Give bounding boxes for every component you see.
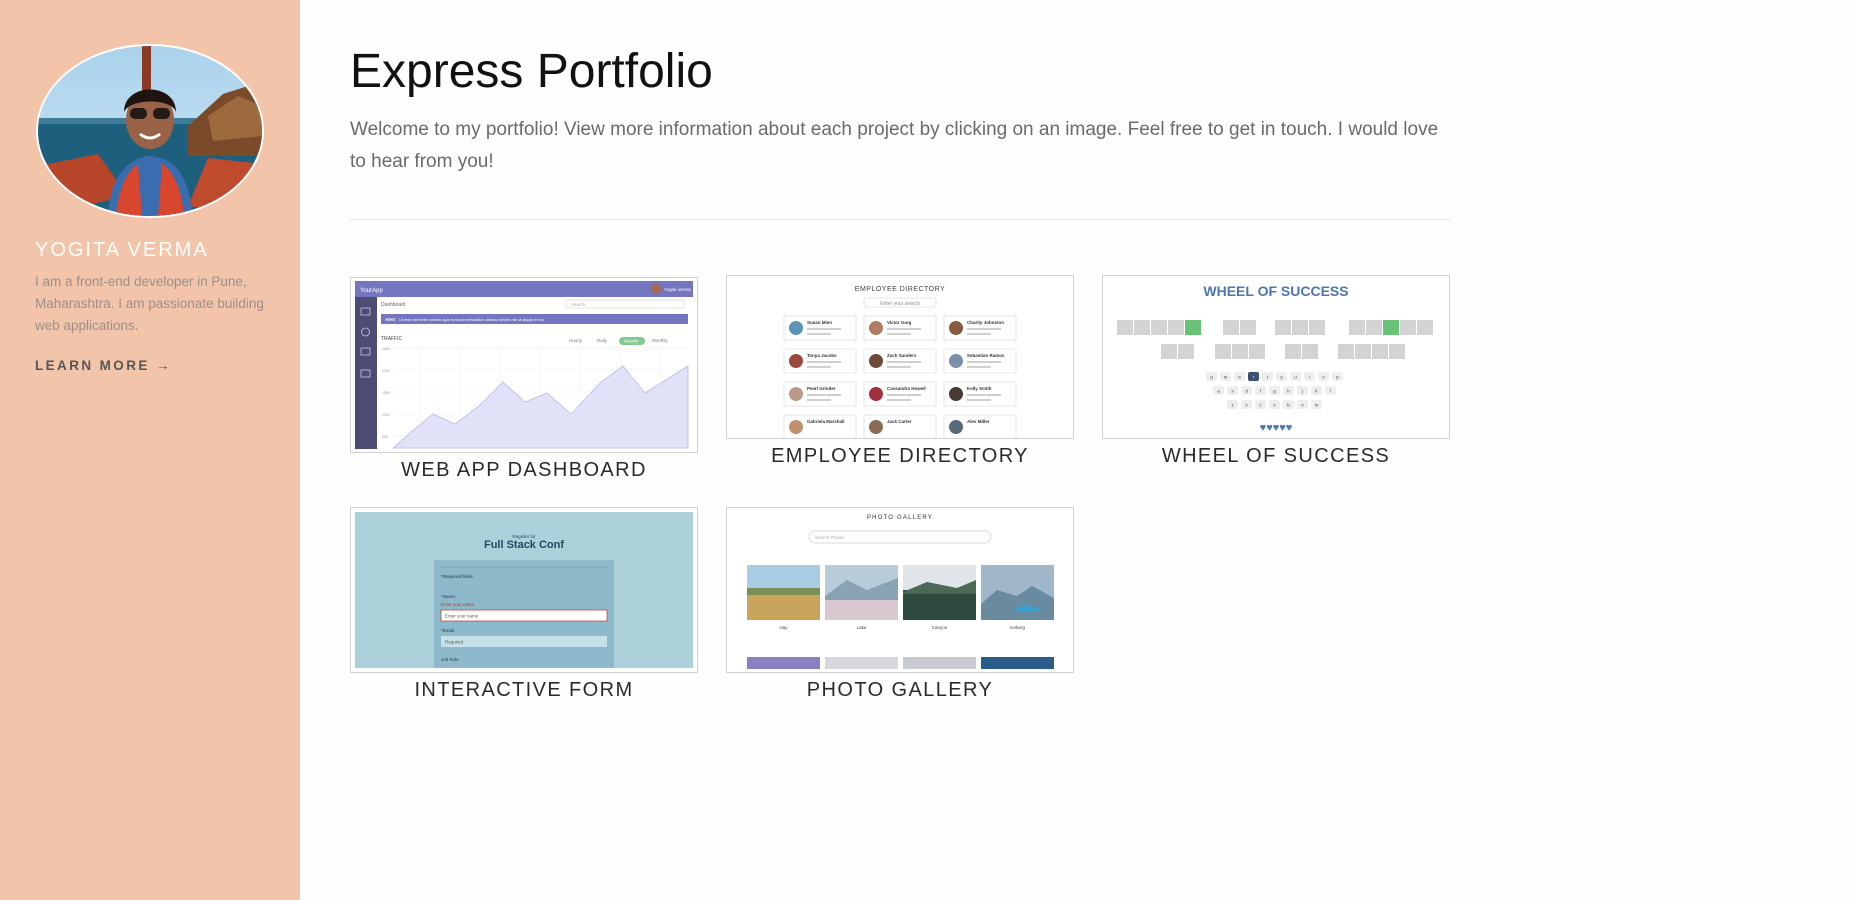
gallery-caption: Hay [779, 625, 788, 630]
form-heading: Full Stack Conf [484, 539, 564, 551]
directory-heading: EMPLOYEE DIRECTORY [855, 286, 945, 293]
project-card-wheel: WHEEL OF SUCCESS q w e r t y u i o p a s… [1102, 275, 1450, 468]
form-email-input[interactable] [441, 636, 607, 647]
employee-name: Zach Sanders [887, 353, 917, 358]
form-required-note: *Required fields [441, 574, 474, 579]
gallery-photo-row2 [981, 657, 1054, 669]
wheel-lives: ♥♥♥♥♥ [1260, 422, 1293, 434]
employee-name: Charity Johnston [967, 320, 1004, 325]
dashboard-user: Yogita Verma [664, 287, 691, 292]
gallery-thumbnail[interactable]: PHOTO GALLERY Search Photos Hay Lake Can… [726, 507, 1074, 673]
page-title: Express Portfolio [350, 45, 713, 98]
dashboard-y-tick: 500 [382, 435, 388, 439]
gallery-caption: Lake [857, 625, 867, 630]
employee-name: Pearl Grinder [807, 386, 836, 391]
dashboard-y-tick: 1000 [382, 413, 390, 417]
gallery-photo-iceberg [981, 565, 1054, 620]
project-title-wheel[interactable]: WHEEL OF SUCCESS [1102, 445, 1450, 468]
directory-thumbnail[interactable]: EMPLOYEE DIRECTORY Enter your search Sus… [726, 275, 1074, 439]
form-email-placeholder: Required [445, 640, 464, 645]
wheel-thumbnail[interactable]: WHEEL OF SUCCESS q w e r t y u i o p a s… [1102, 275, 1450, 439]
project-title-dashboard[interactable]: WEB APP DASHBOARD [350, 459, 698, 482]
dashboard-header [355, 281, 693, 297]
gallery-photo-row2 [825, 657, 898, 669]
project-card-dashboard: YourApp Yogita Verma Dashboard Search Al… [350, 277, 698, 482]
project-card-form: Register for Full Stack Conf *Required f… [350, 507, 698, 702]
form-email-label: *Email: [441, 628, 455, 633]
gallery-photo-row2 [903, 657, 976, 669]
dashboard-filter-weekly: Weekly [624, 339, 639, 344]
dashboard-brand: YourApp [360, 288, 383, 294]
form-job-label: Job Role [441, 657, 459, 662]
employee-name: Alex Miller [967, 419, 990, 424]
dashboard-y-tick: 1500 [382, 391, 390, 395]
key[interactable]: j [1301, 389, 1303, 394]
employee-name: Cassandra Howell [887, 386, 926, 391]
dashboard-thumbnail[interactable]: YourApp Yogita Verma Dashboard Search Al… [350, 277, 698, 453]
dashboard-y-tick: 2000 [382, 369, 390, 373]
gallery-heading: PHOTO GALLERY [867, 515, 933, 521]
key[interactable]: i [1309, 375, 1310, 380]
employee-name: Kelly Smith [967, 386, 992, 391]
project-title-gallery[interactable]: PHOTO GALLERY [726, 679, 1074, 702]
employee-name: Susan Mien [807, 320, 832, 325]
dashboard-filter-daily: Daily [597, 338, 608, 343]
intro-text: Welcome to my portfolio! View more infor… [350, 119, 1439, 172]
gallery-search-text: Search Photos [815, 535, 845, 540]
project-card-gallery: PHOTO GALLERY Search Photos Hay Lake Can… [726, 507, 1074, 702]
dashboard-nav-rail [355, 297, 377, 449]
author-bio: I am a front-end developer in Pune, Maha… [35, 274, 264, 333]
employee-name: Jack Carter [887, 419, 912, 424]
gallery-photo-hay [747, 565, 820, 620]
key[interactable]: m [1315, 403, 1319, 408]
dashboard-filter-hourly: Hourly [569, 338, 583, 343]
key[interactable]: l [1330, 389, 1331, 394]
dashboard-alert-label: Alert [385, 317, 396, 322]
dashboard-filter-monthly: Monthly [652, 338, 669, 343]
dashboard-avatar [651, 284, 661, 294]
project-title-form[interactable]: INTERACTIVE FORM [350, 679, 698, 702]
dashboard-search-text: Search [571, 302, 586, 307]
form-name-error: Enter your name [441, 602, 475, 607]
form-name-placeholder: Enter your name [445, 614, 479, 619]
learn-more-link[interactable]: LEARN MORE → [35, 358, 172, 373]
form-thumbnail[interactable]: Register for Full Stack Conf *Required f… [350, 507, 698, 673]
employee-name: Sebastian Ramos [967, 353, 1005, 358]
gallery-photo-lake [825, 565, 898, 620]
employee-name: Tonya Jacobs [807, 353, 837, 358]
form-name-label: *Name: [441, 594, 456, 599]
project-card-directory: EMPLOYEE DIRECTORY Enter your search Sus… [726, 275, 1074, 468]
dashboard-nav-label: Dashboard [381, 302, 406, 308]
divider [350, 219, 1450, 220]
dashboard-chart-label: TRAFFIC [381, 336, 402, 342]
wheel-heading: WHEEL OF SUCCESS [1203, 283, 1348, 299]
directory-search-text: Enter your search [880, 301, 920, 307]
gallery-photo-row2 [747, 657, 820, 669]
gallery-photo-canyon [903, 565, 976, 620]
employee-name: Victor Garg [887, 320, 912, 325]
avatar [36, 44, 264, 218]
gallery-caption: Iceberg [1010, 625, 1026, 630]
dashboard-alert-text: Ut enim ad minim veniam quis nostrud exe… [399, 318, 545, 322]
sidebar: YOGITA VERMA I am a front-end developer … [0, 0, 300, 900]
project-title-directory[interactable]: EMPLOYEE DIRECTORY [726, 445, 1074, 468]
gallery-caption: Canyon [932, 625, 948, 630]
author-name: YOGITA VERMA [35, 239, 209, 261]
dashboard-y-tick: 2500 [382, 347, 390, 351]
employee-name: Gabriela Marshall [807, 419, 845, 424]
